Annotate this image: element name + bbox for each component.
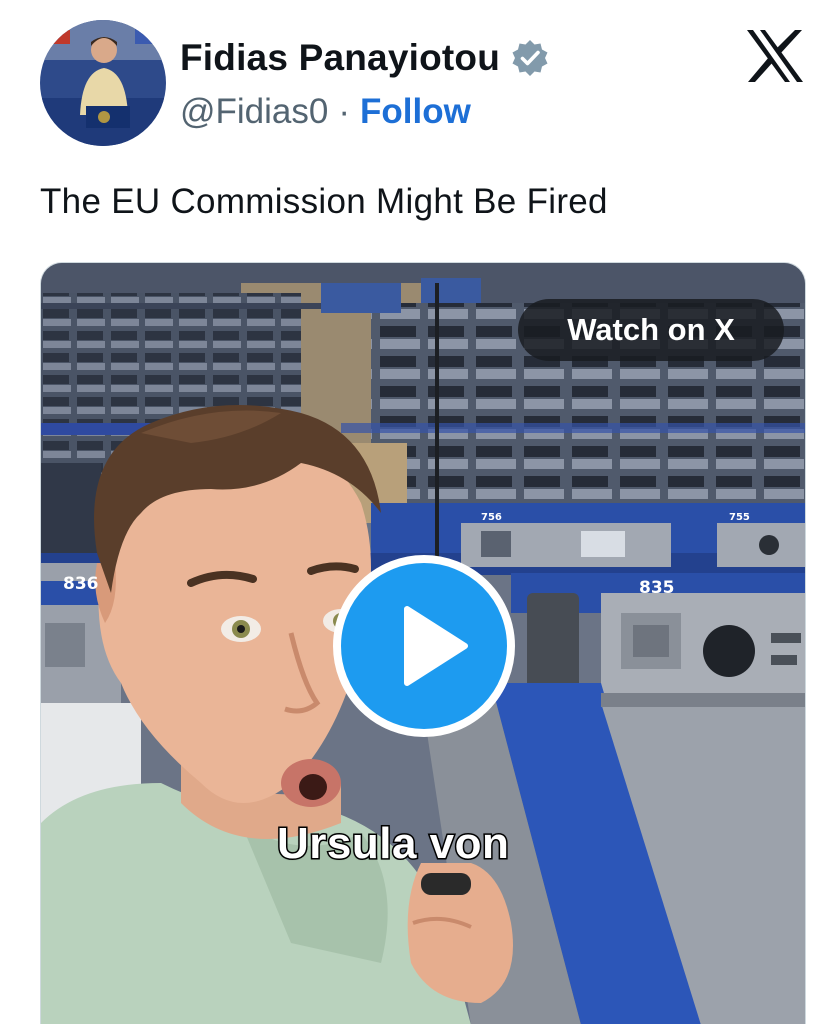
seat-label-836: 836 [63,574,99,594]
video-player[interactable]: 836 835 756 755 Watch on X Ursula von [40,262,806,1024]
avatar[interactable] [40,20,166,146]
play-button[interactable] [333,555,515,737]
author-handle[interactable]: @Fidias0 [180,92,328,132]
watch-on-x-button[interactable]: Watch on X [518,299,784,361]
video-caption: Ursula von [275,818,510,870]
play-icon [404,606,468,686]
author-name-row[interactable]: Fidias Panayiotou [180,36,550,80]
follow-button[interactable]: Follow [360,92,471,132]
handle-separator: · [338,92,351,131]
seat-label-835: 835 [639,578,675,598]
author-handle-row: @Fidias0 · Follow [180,90,471,134]
seat-label-756: 756 [481,512,502,523]
author-display-name[interactable]: Fidias Panayiotou [180,37,500,79]
x-logo-icon[interactable] [745,28,805,84]
verified-badge-icon [512,40,548,76]
tweet-card: Fidias Panayiotou @Fidias0 · Follow The … [0,0,824,1024]
tweet-text: The EU Commission Might Be Fired [40,182,608,221]
seat-label-755: 755 [729,512,750,523]
